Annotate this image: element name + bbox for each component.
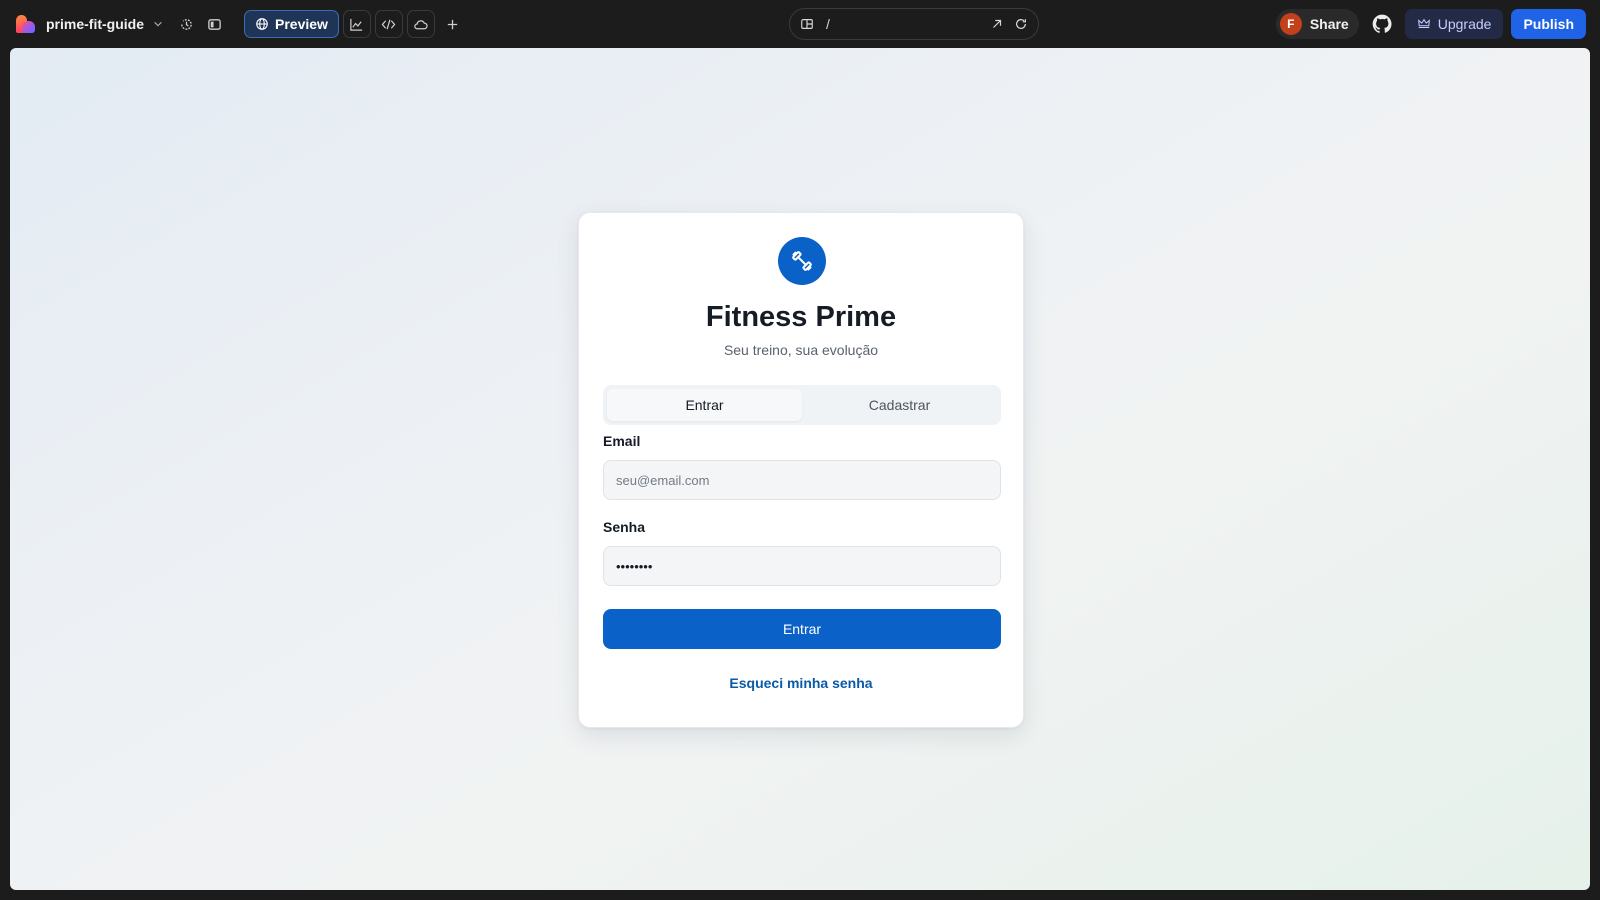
email-label: Email xyxy=(603,433,641,449)
github-icon[interactable] xyxy=(1367,9,1397,39)
upgrade-label: Upgrade xyxy=(1437,16,1492,32)
plus-icon[interactable] xyxy=(439,10,467,38)
password-field[interactable] xyxy=(603,546,1001,586)
password-label: Senha xyxy=(603,519,646,535)
cloud-icon[interactable] xyxy=(406,10,435,38)
share-button[interactable]: F Share xyxy=(1275,9,1359,39)
app-logo[interactable] xyxy=(14,13,36,35)
forgot-password-link[interactable]: Esqueci minha senha xyxy=(579,675,1023,691)
history-icon[interactable] xyxy=(172,10,200,38)
auth-tabs: Entrar Cadastrar xyxy=(603,385,1001,425)
page-layout-icon[interactable] xyxy=(800,17,814,31)
open-external-icon[interactable] xyxy=(990,17,1004,31)
tab-cadastrar[interactable]: Cadastrar xyxy=(802,389,997,421)
preview-button[interactable]: Preview xyxy=(244,10,339,38)
crown-icon xyxy=(1417,18,1430,29)
top-bar: prime-fit-guide Preview / F Share Upgrad… xyxy=(0,0,1600,48)
code-icon[interactable] xyxy=(374,10,403,38)
preview-label: Preview xyxy=(275,16,328,32)
email-field[interactable] xyxy=(603,460,1001,500)
publish-button[interactable]: Publish xyxy=(1511,9,1586,39)
analytics-icon[interactable] xyxy=(342,10,371,38)
refresh-icon[interactable] xyxy=(1014,17,1028,31)
top-bar-right: F Share Upgrade Publish xyxy=(1275,0,1586,48)
app-subtitle: Seu treino, sua evolução xyxy=(723,342,879,358)
upgrade-button[interactable]: Upgrade xyxy=(1404,9,1504,39)
avatar[interactable]: F xyxy=(1279,13,1302,35)
url-bar[interactable]: / xyxy=(789,8,1039,40)
share-label: Share xyxy=(1309,16,1349,32)
globe-icon xyxy=(256,18,268,30)
sidebar-toggle-icon[interactable] xyxy=(200,10,228,38)
app-preview: Fitness Prime Seu treino, sua evolução E… xyxy=(10,48,1590,890)
url-path[interactable]: / xyxy=(826,16,990,32)
project-name[interactable]: prime-fit-guide xyxy=(46,16,144,32)
top-bar-left: prime-fit-guide Preview xyxy=(14,0,467,48)
dumbbell-icon xyxy=(778,237,826,285)
chevron-down-icon[interactable] xyxy=(152,18,164,30)
login-card: Fitness Prime Seu treino, sua evolução E… xyxy=(578,212,1024,728)
app-title: Fitness Prime xyxy=(705,301,897,333)
submit-button[interactable]: Entrar xyxy=(603,609,1001,649)
tab-entrar[interactable]: Entrar xyxy=(607,389,802,421)
